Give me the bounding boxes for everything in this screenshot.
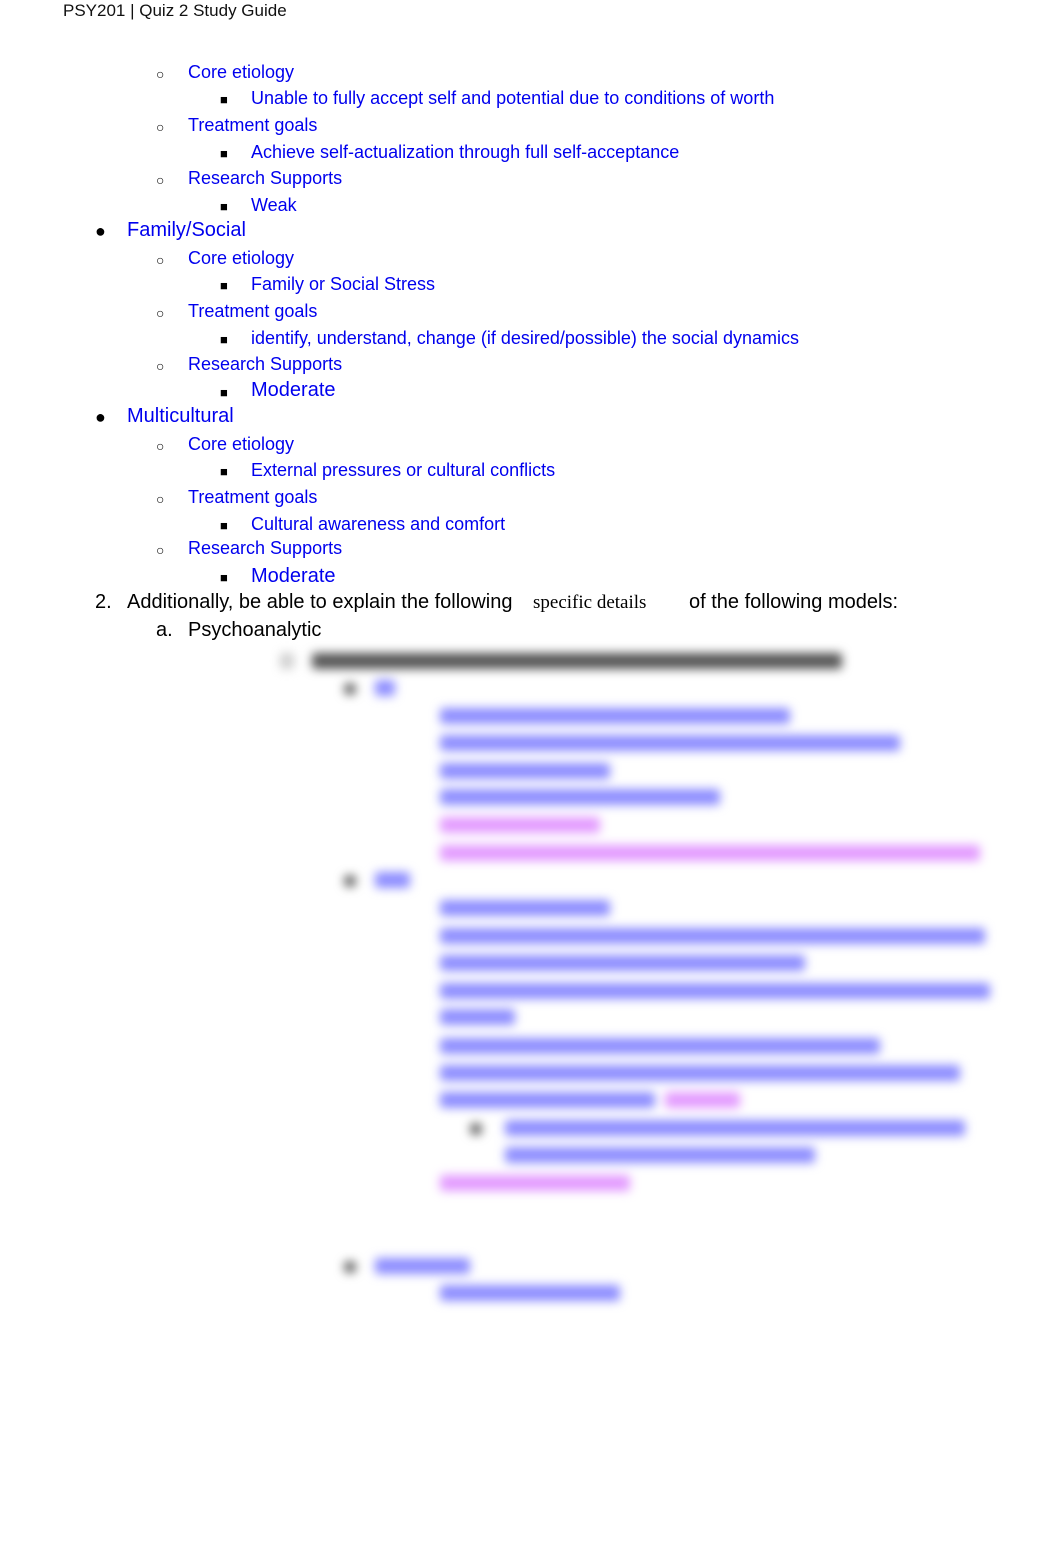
research-supports-value: Weak <box>251 195 297 215</box>
blurred-marker <box>470 1123 482 1135</box>
core-etiology-label: Core etiology <box>188 62 295 82</box>
core-etiology-value: Unable to fully accept self and potentia… <box>251 88 775 108</box>
blurred-line <box>440 928 985 944</box>
psychoanalytic-title: Psychoanalytic <box>188 619 322 641</box>
square-bullet-icon: ■ <box>220 278 228 293</box>
circle-bullet-icon: ○ <box>156 438 165 454</box>
section2-text-emphasis: specific details <box>533 592 647 613</box>
blurred-line <box>440 789 720 805</box>
blurred-line <box>375 1258 470 1274</box>
multicultural-title: Multicultural <box>127 405 234 427</box>
square-bullet-icon: ■ <box>220 146 228 161</box>
blurred-line <box>440 817 600 833</box>
blurred-line <box>440 1175 630 1191</box>
square-bullet-icon: ■ <box>220 464 228 479</box>
research-supports-value: Moderate <box>251 565 336 587</box>
blurred-line <box>440 1038 880 1054</box>
blurred-line <box>440 735 900 751</box>
square-bullet-icon: ■ <box>220 518 228 533</box>
core-etiology-value: External pressures or cultural conflicts <box>251 460 556 480</box>
blurred-line <box>440 1092 655 1108</box>
blurred-marker <box>344 683 356 695</box>
circle-bullet-icon: ○ <box>156 66 165 82</box>
square-bullet-icon: ■ <box>220 332 228 347</box>
sublist-letter: a. <box>156 619 173 641</box>
page-header-title: PSY201 | Quiz 2 Study Guide <box>63 1 287 20</box>
square-bullet-icon: ■ <box>220 199 228 214</box>
blurred-line <box>505 1120 965 1136</box>
treatment-goals-value: Cultural awareness and comfort <box>251 514 506 534</box>
section2-text-before: Additionally, be able to explain the fol… <box>127 591 513 613</box>
circle-bullet-icon: ○ <box>156 305 165 321</box>
treatment-goals-value: identify, understand, change (if desired… <box>251 328 799 348</box>
blurred-line <box>440 1065 960 1081</box>
bullet-icon: ● <box>95 407 106 427</box>
research-supports-label: Research Supports <box>188 538 343 558</box>
treatment-goals-label: Treatment goals <box>188 487 318 507</box>
blurred-line <box>440 900 610 916</box>
blurred-line <box>440 708 790 724</box>
blurred-content-area <box>270 645 1010 1325</box>
circle-bullet-icon: ○ <box>156 172 165 188</box>
treatment-goals-label: Treatment goals <box>188 301 318 321</box>
treatment-goals-label: Treatment goals <box>188 115 318 135</box>
section2-text-after: of the following models: <box>689 591 899 613</box>
blurred-line <box>505 1147 815 1163</box>
square-bullet-icon: ■ <box>220 92 228 107</box>
circle-bullet-icon: ○ <box>156 119 165 135</box>
blurred-line <box>440 1009 515 1025</box>
list-number: 2. <box>95 591 112 613</box>
square-bullet-icon: ■ <box>220 570 228 585</box>
research-supports-label: Research Supports <box>188 354 343 374</box>
circle-bullet-icon: ○ <box>156 491 165 507</box>
treatment-goals-value: Achieve self-actualization through full … <box>251 142 680 162</box>
family-social-title: Family/Social <box>127 219 246 241</box>
blurred-line <box>375 872 410 888</box>
square-bullet-icon: ■ <box>220 385 228 400</box>
core-etiology-value: Family or Social Stress <box>251 274 436 294</box>
circle-bullet-icon: ○ <box>156 542 165 558</box>
blurred-line <box>440 845 980 861</box>
circle-bullet-icon: ○ <box>156 358 165 374</box>
research-supports-value: Moderate <box>251 379 336 401</box>
blurred-marker <box>344 875 356 887</box>
blurred-line <box>440 1285 620 1301</box>
core-etiology-label: Core etiology <box>188 248 295 268</box>
bullet-icon: ● <box>95 221 106 241</box>
core-etiology-label: Core etiology <box>188 434 295 454</box>
research-supports-label: Research Supports <box>188 168 343 188</box>
blurred-line <box>312 653 842 669</box>
circle-bullet-icon: ○ <box>156 252 165 268</box>
blurred-line <box>440 983 990 999</box>
blurred-line <box>665 1092 740 1108</box>
blurred-line <box>440 955 805 971</box>
blurred-marker <box>280 653 294 669</box>
blurred-marker <box>344 1261 356 1273</box>
blurred-line <box>440 763 610 779</box>
blurred-line <box>375 680 395 696</box>
